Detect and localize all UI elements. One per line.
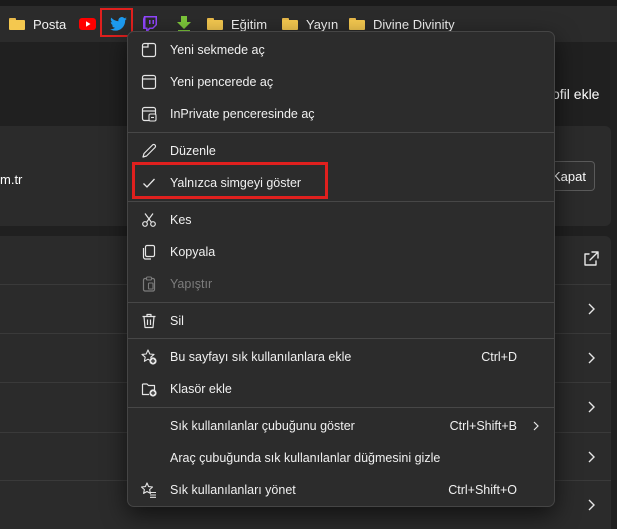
favorite-label: Posta (33, 16, 67, 32)
menu-label: Araç çubuğunda sık kullanılanlar düğmesi… (170, 451, 441, 465)
external-link-icon[interactable] (583, 251, 599, 267)
menu-label: InPrivate penceresinde aç (170, 107, 315, 121)
add-profile-text[interactable]: ofil ekle (552, 86, 599, 102)
copy-icon (142, 244, 156, 260)
youtube-icon (79, 18, 96, 30)
menu-shortcut: Ctrl+Shift+B (449, 419, 517, 433)
menu-separator (128, 302, 554, 303)
menu-separator (128, 407, 554, 408)
menu-open-new-tab[interactable]: Yeni sekmede aç (128, 34, 554, 66)
menu-add-page-to-favorites[interactable]: Bu sayfayı sık kullanılanlara ekle Ctrl+… (128, 341, 554, 373)
menu-label: Düzenle (170, 144, 216, 158)
menu-shortcut: Ctrl+D (481, 350, 517, 364)
inprivate-icon (141, 106, 157, 122)
download-arrow-icon (177, 16, 191, 32)
manage-favorites-icon (141, 482, 156, 498)
chevron-right-icon[interactable] (584, 302, 598, 316)
chevron-right-icon[interactable] (584, 400, 598, 414)
close-button-label: Kapat (552, 168, 586, 184)
menu-show-favorites-bar[interactable]: Sık kullanılanlar çubuğunu göster Ctrl+S… (128, 410, 554, 442)
menu-label: Klasör ekle (170, 382, 232, 396)
menu-open-inprivate[interactable]: InPrivate penceresinde aç (128, 98, 554, 130)
new-window-icon (141, 74, 157, 90)
menu-separator (128, 338, 554, 339)
trash-icon (142, 313, 156, 329)
scissors-icon (142, 213, 156, 227)
menu-separator (128, 132, 554, 133)
twitch-icon (143, 16, 157, 32)
new-tab-icon (141, 42, 157, 58)
menu-label: Sil (170, 314, 184, 328)
favorite-label: Yayın (306, 16, 339, 32)
menu-label: Kopyala (170, 245, 216, 259)
domain-text: m.tr (0, 172, 23, 187)
favorite-posta[interactable]: Posta (9, 6, 66, 42)
paste-icon (142, 276, 156, 292)
menu-manage-favorites[interactable]: Sık kullanılanları yönet Ctrl+Shift+O (128, 474, 554, 506)
menu-label: Sık kullanılanlar çubuğunu göster (170, 419, 355, 433)
menu-label: Yeni sekmede aç (170, 43, 265, 57)
menu-label: Sık kullanılanları yönet (170, 483, 296, 497)
favorite-label: Eğitim (231, 16, 268, 32)
chevron-right-icon (533, 421, 539, 431)
chevron-right-icon[interactable] (584, 351, 598, 365)
add-favorite-icon (141, 349, 157, 365)
favorites-context-menu: Yeni sekmede aç Yeni pencerede aç InPriv… (127, 31, 555, 507)
chevron-right-icon[interactable] (584, 498, 598, 512)
menu-cut[interactable]: Kes (128, 204, 554, 236)
folder-icon (9, 18, 25, 30)
menu-shortcut: Ctrl+Shift+O (448, 483, 517, 497)
menu-label: Kes (170, 213, 192, 227)
menu-label: Bu sayfayı sık kullanılanlara ekle (170, 350, 352, 364)
menu-hide-favorites-button[interactable]: Araç çubuğunda sık kullanılanlar düğmesi… (128, 442, 554, 474)
add-folder-icon (141, 383, 157, 397)
pencil-icon (142, 143, 157, 158)
menu-label: Yapıştır (170, 277, 213, 291)
folder-icon (207, 18, 223, 30)
folder-icon (349, 18, 365, 30)
show-icon-only-highlight-box (132, 162, 328, 199)
menu-delete[interactable]: Sil (128, 305, 554, 337)
folder-icon (282, 18, 298, 30)
menu-label: Yeni pencerede aç (170, 75, 274, 89)
menu-copy[interactable]: Kopyala (128, 236, 554, 268)
menu-open-new-window[interactable]: Yeni pencerede aç (128, 66, 554, 98)
menu-add-folder[interactable]: Klasör ekle (128, 373, 554, 405)
menu-separator (128, 201, 554, 202)
chevron-right-icon[interactable] (584, 450, 598, 464)
favorite-label: Divine Divinity (373, 16, 455, 32)
close-button[interactable]: Kapat (552, 161, 595, 191)
menu-paste: Yapıştır (128, 268, 554, 300)
favorite-youtube[interactable] (79, 6, 96, 42)
